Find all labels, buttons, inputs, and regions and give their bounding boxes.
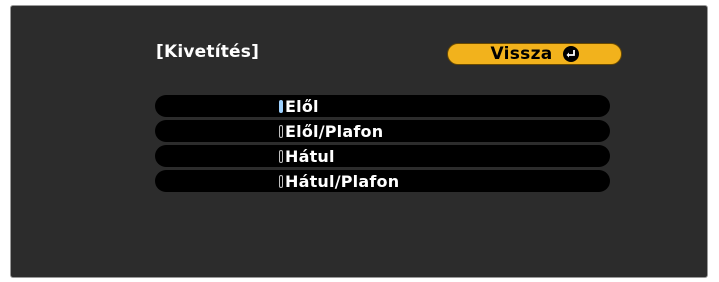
back-button-label: Vissza bbox=[490, 44, 553, 64]
option-label: Elől/Plafon bbox=[285, 121, 384, 141]
projection-menu-panel: [Kivetítés] Vissza Elől Elől/Plafon Hátu… bbox=[10, 5, 708, 278]
option-label: Elől bbox=[285, 96, 319, 116]
enter-icon bbox=[562, 46, 579, 62]
option-row-front-ceiling[interactable]: Elől/Plafon bbox=[155, 120, 610, 142]
projection-option-list: Elől Elől/Plafon Hátul Hátul/Plafon bbox=[155, 95, 610, 195]
radio-selected-icon bbox=[279, 99, 283, 113]
option-label: Hátul/Plafon bbox=[285, 171, 400, 191]
radio-unselected-icon bbox=[279, 174, 283, 188]
radio-unselected-icon bbox=[279, 124, 283, 138]
radio-unselected-icon bbox=[279, 149, 283, 163]
option-row-rear-ceiling[interactable]: Hátul/Plafon bbox=[155, 170, 610, 192]
option-row-rear[interactable]: Hátul bbox=[155, 145, 610, 167]
option-row-front[interactable]: Elől bbox=[155, 95, 610, 117]
option-label: Hátul bbox=[285, 146, 335, 166]
back-button[interactable]: Vissza bbox=[447, 43, 622, 65]
menu-title: [Kivetítés] bbox=[156, 42, 260, 62]
